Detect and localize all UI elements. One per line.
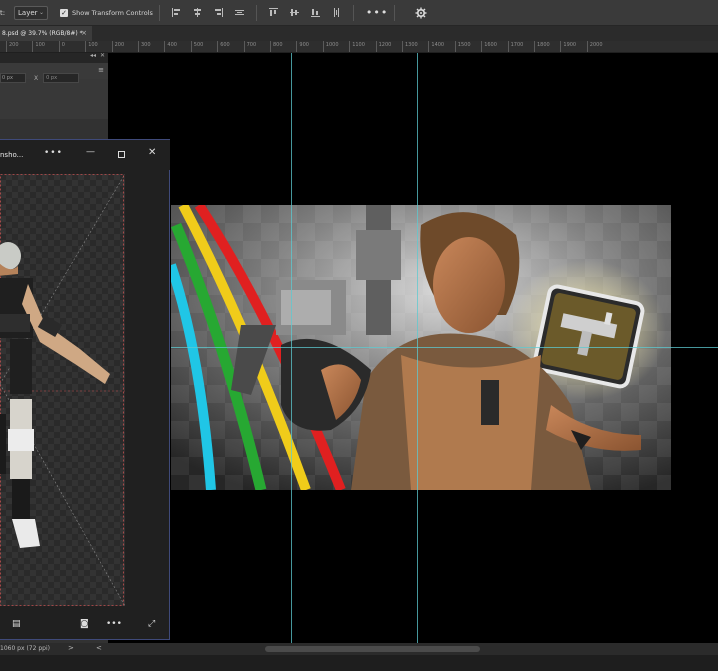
align-top-edges-icon[interactable] [267,6,280,19]
preview-canvas[interactable] [0,174,125,606]
auto-select-dropdown[interactable]: Layer ⌄ [14,5,48,20]
window-toolbar: ▤ ◙ ••• ⤢ [0,610,170,640]
close-panel-icon[interactable]: ✕ [100,52,105,59]
position-row: 0 px X 0 px [0,73,80,83]
ruler-tick-label: 1200 [375,41,391,52]
divider [394,4,396,21]
vertical-guide[interactable] [417,53,418,643]
ruler-tick-label: 1700 [507,41,523,52]
scroll-left-button[interactable]: < [96,644,102,652]
ruler-tick-label: 400 [164,41,177,52]
character-cutout [0,174,125,606]
ruler-tick-label: 1600 [481,41,497,52]
document-tab[interactable]: 8.psd @ 39.7% (RGB/8#) * × [0,26,92,41]
ruler-tick-label: 700 [243,41,256,52]
more-options-button[interactable]: ••• [366,6,388,19]
screenshot-icon[interactable]: ◙ [80,619,89,629]
vertical-guide[interactable] [291,53,292,643]
panel-content [0,79,108,119]
horizontal-scrollbar[interactable] [265,646,480,652]
horizontal-guide[interactable] [171,347,718,348]
ruler-tick-label: 1900 [560,41,576,52]
expand-icon[interactable]: ⤢ [148,619,155,629]
width-input[interactable]: 0 px [0,73,26,83]
document-tab-bar: 8.psd @ 39.7% (RGB/8#) * × [0,26,718,41]
ruler-tick-label: 100 [32,41,45,52]
auto-select-label: t: [0,8,6,17]
panel-menu-icon[interactable]: ≡ [98,66,104,74]
distribute-horizontal-icon[interactable] [233,6,246,19]
ruler-tick-label: 1100 [349,41,365,52]
ruler-tick-label: 900 [296,41,309,52]
document-tab-title: 8.psd @ 39.7% (RGB/8#) * [2,30,83,37]
collapse-icon[interactable]: ◂◂ [90,52,96,59]
align-bottom-edges-icon[interactable] [309,6,322,19]
align-vertical-centers-icon[interactable] [288,6,301,19]
show-transform-label: Show Transform Controls [72,8,153,17]
ruler-tick-label: 2000 [586,41,603,52]
ruler-tick-label: 1000 [322,41,339,52]
ruler-tick-label: 800 [270,41,283,52]
document-info[interactable]: 1060 px (72 ppi) [0,645,50,652]
distribute-vertical-icon[interactable] [330,6,343,19]
bottom-strip [0,655,718,671]
status-bar: 1060 px (72 ppi) > < [0,643,718,655]
ruler-tick-label: 200 [6,41,19,52]
text-actions-icon[interactable]: ▤ [12,619,21,629]
ruler-tick-label: 1300 [402,41,418,52]
divider [352,4,354,21]
align-right-edges-icon[interactable] [212,6,225,19]
divider [158,4,160,21]
ruler-tick-label: 200 [111,41,124,52]
auto-select-value: Layer [18,8,38,17]
ruler-tick-label: 1400 [428,41,444,52]
x-input[interactable]: 0 px [43,73,80,83]
gear-icon[interactable] [415,7,427,19]
minimize-button[interactable]: — [86,147,95,157]
toolbar-more-button[interactable]: ••• [106,619,122,629]
align-left-edges-icon[interactable] [170,6,183,19]
maximize-button[interactable] [118,151,125,158]
window-more-button[interactable]: ••• [44,148,63,158]
window-titlebar[interactable]: nsho... ••• — ✕ [0,140,170,170]
options-bar: t: Layer ⌄ ✓ Show Transform Controls ••• [0,0,718,26]
snipping-tool-window[interactable]: nsho... ••• — ✕ ▤ ◙ ••• ⤢ [0,139,170,640]
ruler-tick-label: 600 [217,41,230,52]
window-title: nsho... [0,151,24,159]
x-label: X [34,74,39,82]
show-transform-checkbox[interactable]: ✓ [60,8,68,17]
status-arrow-button[interactable]: > [68,644,74,652]
chevron-down-icon: ⌄ [38,8,44,16]
close-tab-button[interactable]: × [81,26,87,41]
ruler-tick-label: 1800 [534,41,550,52]
align-horizontal-centers-icon[interactable] [191,6,204,19]
ruler-tick-label: 500 [190,41,203,52]
ruler-tick-label: 1500 [454,41,471,52]
ruler-tick-label: 0 [58,41,65,52]
panel-header: ◂◂ ✕ [0,52,108,63]
close-window-button[interactable]: ✕ [148,147,156,158]
horizontal-ruler[interactable]: 200 100 0 100 200 300 400 500 600 700 800 900 1000 11… [0,41,718,53]
divider [255,4,257,21]
ruler-tick-label: 300 [138,41,151,52]
photoshop-window: t: Layer ⌄ ✓ Show Transform Controls •••… [0,0,718,671]
